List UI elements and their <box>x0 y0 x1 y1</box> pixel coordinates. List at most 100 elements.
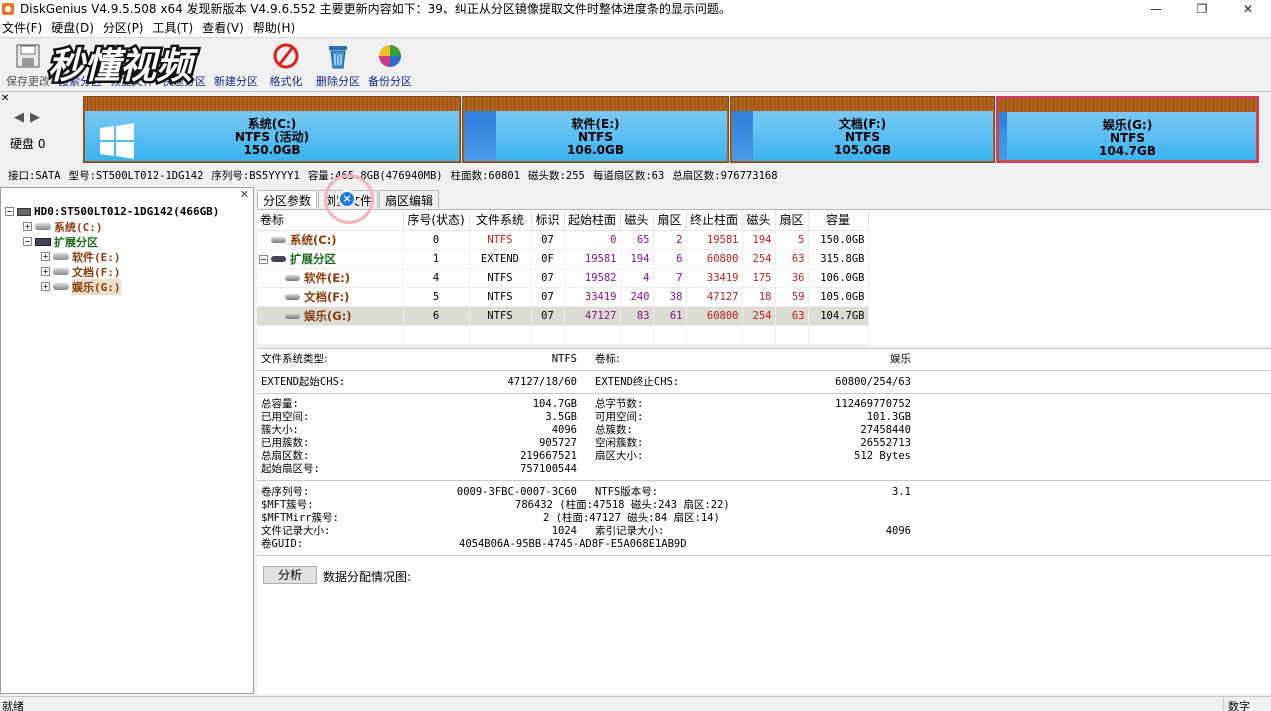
col-start-sector[interactable]: 扇区 <box>653 210 687 231</box>
volume-icon <box>285 313 300 319</box>
row-fs: EXTEND <box>469 249 532 269</box>
used-space-label: 已用空间: <box>261 411 310 423</box>
collapse-icon[interactable]: − <box>259 254 268 264</box>
record-size-label: 文件记录大小: <box>261 525 331 537</box>
row-index: 6 <box>403 306 470 326</box>
menu-partition[interactable]: 分区(P) <box>103 19 153 36</box>
partition-block-g[interactable]: 娱乐(G:) NTFS 104.7GB <box>996 96 1259 163</box>
tree-node-c[interactable]: + 系统(C:) <box>5 219 219 234</box>
collapse-icon[interactable]: − <box>23 237 32 246</box>
row-end-head: 18 <box>742 287 776 307</box>
partition-header <box>463 97 728 111</box>
panel-close-icon[interactable]: ✕ <box>240 188 249 201</box>
volume-label-label: 卷标: <box>595 353 620 365</box>
menu-file[interactable]: 文件(F) <box>2 19 51 36</box>
delete-partition-button[interactable]: 删除分区 <box>312 42 364 90</box>
restore-button[interactable]: ❐ <box>1179 0 1225 17</box>
divider <box>257 393 1271 394</box>
expand-icon[interactable]: + <box>41 252 50 261</box>
col-id[interactable]: 标识 <box>531 210 565 231</box>
partition-body: 系统(C:) NTFS (活动) 150.0GB <box>85 111 459 161</box>
partition-size: 150.0GB <box>243 143 301 157</box>
collapse-icon[interactable]: − <box>5 207 14 216</box>
minimize-button[interactable]: — <box>1133 0 1179 17</box>
expand-icon[interactable]: + <box>41 267 50 276</box>
row-end-head: 194 <box>742 230 776 250</box>
volume-guid-value: 4054B06A-95BB-4745-AD8F-E5A068E1AB9D <box>459 538 687 550</box>
expand-icon[interactable]: + <box>23 222 32 231</box>
row-end-cyl: 60800 <box>686 306 743 326</box>
row-id: 07 <box>531 287 565 307</box>
row-start-cyl: 47127 <box>564 306 621 326</box>
col-end-head[interactable]: 磁头 <box>742 210 776 231</box>
menu-view[interactable]: 查看(V) <box>202 19 253 36</box>
tab-partition-params[interactable]: 分区参数 <box>257 190 318 208</box>
disk-nav-arrows-icon[interactable]: ◀▶ <box>14 110 46 125</box>
total-clusters-label: 总簇数: <box>595 424 633 436</box>
row-volume: − 扩展分区 <box>257 249 404 269</box>
table-row[interactable]: 软件(E:) 4 NTFS 07 19582 4 7 33419 175 36 … <box>257 268 869 288</box>
tab-sector-edit[interactable]: 扇区编辑 <box>379 190 440 208</box>
row-capacity: 315.8GB <box>808 249 869 269</box>
volume-serial-label: 卷序列号: <box>261 486 310 498</box>
col-end-sector[interactable]: 扇区 <box>775 210 809 231</box>
row-id: 07 <box>531 306 565 326</box>
tree-node-extended[interactable]: − 扩展分区 <box>5 234 219 249</box>
expand-icon[interactable]: + <box>41 282 50 291</box>
partition-detail-panel: 分区参数 浏览文件 扇区编辑 卷标 序号(状态) 文件系统 标识 起始柱面 磁头… <box>257 187 1271 694</box>
col-end-cyl[interactable]: 终止柱面 <box>686 210 743 231</box>
total-sectors-info: 总扇区数:976773168 <box>672 169 778 182</box>
tree-node-g[interactable]: + 娱乐(G:) <box>5 278 219 295</box>
tree-node-f[interactable]: + 文档(F:) <box>5 264 219 279</box>
disk-tree-panel: ✕ − HD0:ST500LT012-1DG142(466GB) + 系统(C:… <box>0 187 254 694</box>
partition-block-f[interactable]: 文档(F:) NTFS 105.0GB <box>730 96 995 163</box>
tree-node-disk[interactable]: − HD0:ST500LT012-1DG142(466GB) <box>5 204 219 219</box>
col-start-cyl[interactable]: 起始柱面 <box>564 210 621 231</box>
total-capacity-value: 104.7GB <box>532 398 577 410</box>
numlock-indicator: 数字 <box>1223 698 1250 711</box>
row-capacity: 150.0GB <box>808 230 869 250</box>
disk-map: ✕ ◀▶ 硬盘 0 系统(C:) NTFS (活动) 150.0GB 软件(E:… <box>0 93 1271 165</box>
table-row-selected[interactable]: 娱乐(G:) 6 NTFS 07 47127 83 61 60800 254 6… <box>257 306 869 326</box>
col-start-head[interactable]: 磁头 <box>620 210 654 231</box>
model-info: 型号:ST500LT012-1DG142 <box>68 169 204 182</box>
serial-info: 序列号:BS5YYYY1 <box>211 169 300 182</box>
menu-disk[interactable]: 硬盘(D) <box>51 19 103 36</box>
tree-node-e[interactable]: + 软件(E:) <box>5 249 219 264</box>
total-sectors-label: 总扇区数: <box>261 450 310 462</box>
analyze-button[interactable]: 分析 <box>263 566 317 584</box>
mftmirr-cluster-value: 2 (柱面:47127 磁头:84 扇区:14) <box>543 512 720 524</box>
window-title: DiskGenius V4.9.5.508 x64 发现新版本 V4.9.6.5… <box>20 2 731 16</box>
partition-block-c[interactable]: 系统(C:) NTFS (活动) 150.0GB <box>83 96 461 163</box>
row-end-head: 254 <box>742 249 776 269</box>
table-row[interactable]: 文档(F:) 5 NTFS 07 33419 240 38 47127 18 5… <box>257 287 869 307</box>
partition-block-e[interactable]: 软件(E:) NTFS 106.0GB <box>462 96 729 163</box>
tree-label-g: 娱乐(G:) <box>72 278 121 295</box>
sector-size-label: 扇区大小: <box>595 450 644 462</box>
volume-icon <box>285 275 300 281</box>
index-size-label: 索引记录大小: <box>595 525 665 537</box>
sector-size-value: 512 Bytes <box>854 450 911 462</box>
partition-body: 娱乐(G:) NTFS 104.7GB <box>999 112 1256 160</box>
partition-size: 104.7GB <box>1099 144 1156 158</box>
menu-help[interactable]: 帮助(H) <box>253 19 304 36</box>
interface-info: 接口:SATA <box>8 169 61 182</box>
row-start-head: 65 <box>620 230 654 250</box>
close-button[interactable]: ✕ <box>1225 0 1271 17</box>
row-volume-label: 系统(C:) <box>290 232 337 247</box>
col-index[interactable]: 序号(状态) <box>403 210 470 231</box>
table-row[interactable]: 系统(C:) 0 NTFS 07 0 65 2 19581 194 5 150.… <box>257 230 869 250</box>
format-button[interactable]: 格式化 <box>260 42 312 90</box>
col-fs[interactable]: 文件系统 <box>469 210 532 231</box>
row-id: 0F <box>531 249 565 269</box>
volume-icon <box>53 283 69 290</box>
row-fs: NTFS <box>469 268 532 288</box>
menu-tools[interactable]: 工具(T) <box>153 19 203 36</box>
menu-bar: 文件(F) 硬盘(D) 分区(P) 工具(T) 查看(V) 帮助(H) <box>0 17 1271 37</box>
extend-start-value: 47127/18/60 <box>507 376 577 388</box>
close-x-icon[interactable]: ✕ <box>1 93 9 104</box>
backup-partition-button[interactable]: 备份分区 <box>364 42 416 90</box>
col-capacity[interactable]: 容量 <box>808 210 869 231</box>
delete-partition-label: 删除分区 <box>316 75 360 88</box>
table-row[interactable]: − 扩展分区 1 EXTEND 0F 19581 194 6 60800 254 … <box>257 249 869 269</box>
